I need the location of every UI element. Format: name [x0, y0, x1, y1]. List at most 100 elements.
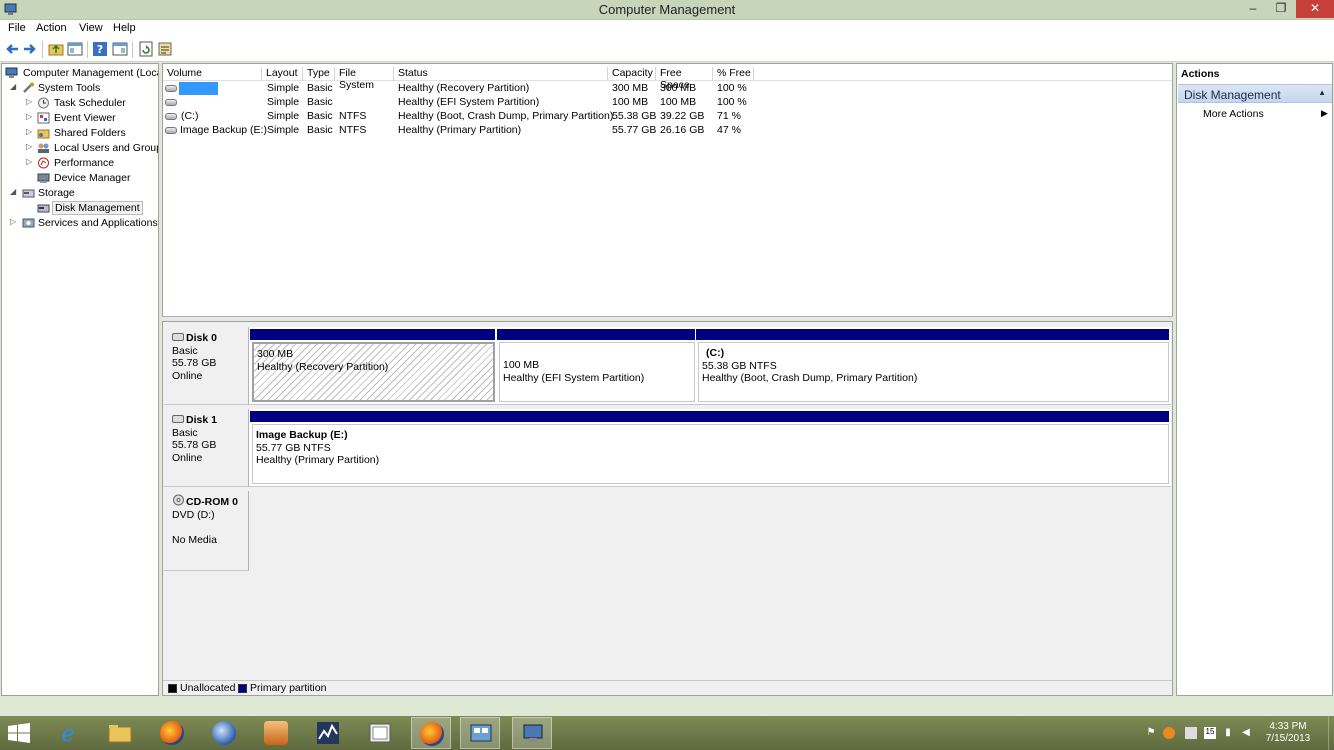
restore-button[interactable]: ❐ — [1268, 0, 1294, 18]
show-hide-console-tree-icon[interactable] — [67, 41, 83, 57]
taskbar-internet-explorer[interactable]: e — [48, 717, 88, 749]
chart-app-icon — [317, 722, 339, 744]
taskbar-thunderbird[interactable] — [204, 717, 244, 749]
menu-view[interactable]: View — [79, 22, 103, 34]
disk-1-label[interactable]: Disk 1 Basic 55.78 GB Online — [164, 409, 249, 487]
tray-app-icon[interactable] — [1163, 727, 1175, 739]
toolbar: ? — [0, 38, 1334, 62]
disk-map: Disk 0 Basic 55.78 GB Online 300 MB Heal… — [162, 321, 1173, 696]
collapse-arrow-icon[interactable]: ◢ — [10, 187, 18, 196]
windows-start-icon[interactable] — [8, 723, 30, 743]
partition-c[interactable]: (C:) 55.38 GB NTFS Healthy (Boot, Crash … — [696, 329, 1169, 402]
taskbar: e ⚑ 15 ▮ ◀ 4:33 PM 7/15/2013 — [0, 716, 1334, 750]
taskbar-control-panel[interactable] — [460, 717, 500, 749]
flag-icon[interactable]: ⚑ — [1145, 727, 1157, 739]
pane-splitter[interactable] — [162, 316, 1173, 320]
unallocated-swatch — [168, 684, 177, 693]
col-file-system[interactable]: File System — [335, 67, 394, 91]
disk-0-label[interactable]: Disk 0 Basic 55.78 GB Online — [164, 327, 249, 405]
partition-bar — [696, 329, 1169, 340]
partition-bar — [250, 411, 1169, 422]
collapse-arrow-icon[interactable]: ◢ — [10, 82, 18, 91]
svg-text:e: e — [61, 722, 74, 745]
expand-arrow-icon[interactable]: ▷ — [10, 217, 18, 226]
expand-arrow-icon[interactable]: ▷ — [26, 157, 34, 166]
collapse-up-icon[interactable]: ▲ — [1318, 88, 1326, 97]
col-status[interactable]: Status — [394, 67, 608, 81]
drive-icon — [165, 127, 177, 134]
firefox-icon — [420, 722, 444, 746]
col-volume[interactable]: Volume — [163, 67, 262, 81]
svg-text:?: ? — [97, 43, 103, 56]
table-row[interactable]: (C:) Simple Basic NTFS Healthy (Boot, Cr… — [163, 110, 1172, 124]
primary-swatch — [238, 684, 247, 693]
partition-recovery[interactable]: 300 MB Healthy (Recovery Partition) — [250, 329, 495, 402]
legend: Unallocated Primary partition — [163, 680, 1172, 695]
volume-icon[interactable]: ◀ — [1240, 727, 1252, 739]
network-icon[interactable]: ▮ — [1222, 727, 1234, 739]
menu-help[interactable]: Help — [113, 22, 136, 34]
actions-title: Actions — [1181, 68, 1220, 80]
submenu-arrow-icon: ▶ — [1321, 108, 1328, 118]
expand-arrow-icon[interactable]: ▷ — [26, 142, 34, 151]
expand-arrow-icon[interactable]: ▷ — [26, 97, 34, 106]
taskbar-app-orange[interactable] — [256, 717, 296, 749]
computer-management-icon — [5, 67, 18, 78]
cd-icon — [173, 494, 184, 506]
taskbar-firefox[interactable] — [152, 717, 192, 749]
menu-file[interactable]: File — [8, 22, 26, 34]
console-tree: Computer Management (Local ◢ System Tool… — [1, 63, 159, 696]
tray-window-icon[interactable] — [1185, 727, 1197, 739]
event-viewer-icon — [37, 112, 50, 124]
system-clock[interactable]: 4:33 PM 7/15/2013 — [1258, 721, 1318, 745]
folder-icon — [108, 725, 132, 743]
clock-icon — [38, 97, 49, 109]
more-actions[interactable]: More Actions — [1203, 108, 1264, 120]
taskbar-computer-management[interactable] — [512, 717, 552, 749]
disk-0-partitions: 300 MB Healthy (Recovery Partition) 100 … — [249, 327, 1171, 405]
taskbar-file-explorer[interactable] — [100, 717, 140, 749]
menu-bar: File Action View Help — [0, 20, 1334, 38]
drive-icon — [165, 113, 177, 120]
cdrom-0-label[interactable]: CD-ROM 0 DVD (D:) No Media — [164, 491, 249, 571]
expand-arrow-icon[interactable]: ▷ — [26, 112, 34, 121]
help-icon[interactable]: ? — [92, 41, 108, 57]
col-layout[interactable]: Layout — [262, 67, 303, 81]
tray-badge-icon[interactable]: 15 — [1204, 727, 1216, 739]
back-icon[interactable] — [4, 41, 20, 57]
drive-icon — [165, 85, 177, 92]
taskbar-app-chart[interactable] — [308, 717, 348, 749]
expand-arrow-icon[interactable]: ▷ — [26, 127, 34, 136]
volume-list-header: Volume Layout Type File System Status Ca… — [163, 65, 1172, 91]
col-free-space[interactable]: Free Space — [656, 67, 713, 91]
col-percent-free[interactable]: % Free — [713, 67, 754, 81]
close-button[interactable]: ✕ — [1296, 0, 1334, 18]
show-hide-action-pane-icon[interactable] — [112, 41, 128, 57]
menu-action[interactable]: Action — [36, 22, 67, 34]
app-icon — [264, 721, 288, 745]
selected-volume-name[interactable] — [179, 82, 218, 95]
performance-icon — [38, 157, 49, 169]
media-app-icon — [369, 723, 391, 743]
actions-section-disk-management[interactable]: Disk Management ▲ — [1178, 84, 1332, 103]
col-capacity[interactable]: Capacity — [608, 67, 656, 81]
table-row[interactable]: Simple Basic Healthy (EFI System Partiti… — [163, 96, 1172, 110]
refresh-icon[interactable] — [138, 41, 154, 57]
table-row[interactable]: Simple Basic Healthy (Recovery Partition… — [163, 82, 1172, 96]
show-desktop-button[interactable] — [1328, 716, 1334, 750]
properties-icon[interactable] — [157, 41, 173, 57]
storage-icon — [22, 189, 35, 198]
computer-management-icon — [523, 724, 543, 742]
taskbar-app-media[interactable] — [360, 717, 400, 749]
up-folder-icon[interactable] — [48, 41, 64, 57]
taskbar-firefox-2[interactable] — [411, 717, 451, 749]
minimize-button[interactable]: – — [1240, 0, 1266, 18]
partition-e[interactable]: Image Backup (E:) 55.77 GB NTFS Healthy … — [250, 411, 1169, 484]
disk-icon — [172, 333, 184, 341]
table-row[interactable]: Image Backup (E:) Simple Basic NTFS Heal… — [163, 124, 1172, 138]
volume-list: Volume Layout Type File System Status Ca… — [162, 63, 1173, 319]
title-bar: Computer Management – ❐ ✕ — [0, 0, 1334, 20]
partition-efi[interactable]: 100 MB Healthy (EFI System Partition) — [497, 329, 695, 402]
forward-icon[interactable] — [22, 41, 38, 57]
col-type[interactable]: Type — [303, 67, 335, 81]
